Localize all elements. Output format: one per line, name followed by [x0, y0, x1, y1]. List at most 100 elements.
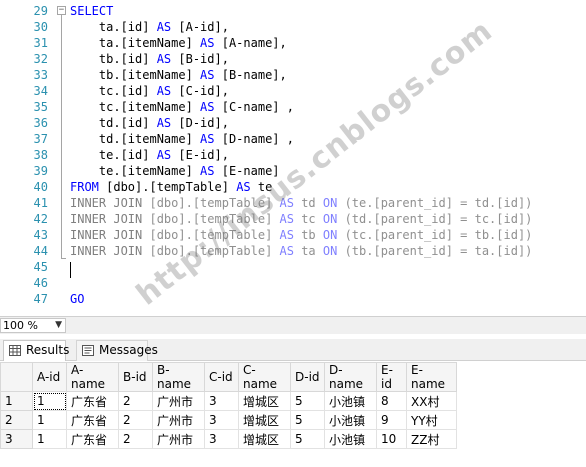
row-number[interactable]: 3 — [0, 429, 33, 449]
table-row[interactable]: 3 1 广东省 2 广州市 3 增城区 5 小池镇 10 ZZ村 — [0, 429, 457, 449]
zoom-value: 100 % — [3, 319, 38, 332]
grid-cell[interactable]: 1 — [32, 429, 67, 449]
sql-editor[interactable]: 29 30 31 32 33 34 35 36 37 38 39 40 41 42 43 44 45 46 47 −… — [0, 0, 586, 316]
code-text: td.[itemName] — [70, 132, 201, 146]
row-number[interactable]: 2 — [0, 410, 33, 430]
code-keyword: SELECT — [70, 4, 114, 18]
grid-cell[interactable]: 广东省 — [66, 391, 119, 411]
code-text: [dbo].[tempTable] — [142, 212, 280, 226]
code-keyword: AS — [156, 52, 172, 66]
code-text: [B-name], — [214, 68, 287, 82]
grid-cell[interactable]: 10 — [376, 429, 407, 449]
grid-cell[interactable]: 增城区 — [238, 410, 291, 430]
row-number[interactable]: 1 — [0, 391, 33, 411]
zoom-select[interactable]: 100 % ▼ — [0, 318, 66, 333]
grid-cell[interactable]: 广东省 — [66, 410, 119, 430]
grid-cell[interactable]: 5 — [290, 429, 325, 449]
grid-cell[interactable]: 5 — [290, 391, 325, 411]
table-row[interactable]: 2 1 广东省 2 广州市 3 增城区 5 小池镇 9 YY村 — [0, 410, 457, 430]
grid-cell[interactable]: 广东省 — [66, 429, 119, 449]
outline-end — [61, 258, 66, 259]
column-header[interactable]: A-name — [66, 362, 119, 392]
grid-cell[interactable]: ZZ村 — [406, 429, 457, 449]
column-header[interactable]: C-id — [204, 362, 239, 392]
code-keyword: AS — [279, 244, 294, 258]
grid-cell[interactable]: 1 — [32, 391, 67, 411]
code-line: INNER JOIN [dbo].[tempTable] AS ta ON (t… — [70, 243, 532, 259]
grid-cell[interactable]: 3 — [204, 429, 239, 449]
code-text: [D-id], — [171, 116, 229, 130]
code-text: [E-id], — [171, 148, 229, 162]
column-header[interactable]: B-name — [152, 362, 205, 392]
code-line: te.[itemName] AS [E-name] — [70, 163, 280, 179]
code-text: tc — [293, 212, 323, 226]
code-text: td.[id] — [70, 116, 157, 130]
code-line: tc.[itemName] AS [C-name] , — [70, 99, 294, 115]
text-cursor — [70, 262, 71, 278]
table-row[interactable]: 1 1 广东省 2 广州市 3 增城区 5 小池镇 8 XX村 — [0, 391, 457, 411]
code-text: te.[itemName] — [70, 164, 201, 178]
grid-cell[interactable]: 1 — [32, 410, 67, 430]
column-header[interactable]: C-name — [238, 362, 291, 392]
code-line: tb.[id] AS [B-id], — [70, 51, 229, 67]
code-text: (td.[parent_id] = tc.[id]) — [337, 212, 533, 226]
code-text: (tb.[parent_id] = ta.[id]) — [337, 244, 533, 258]
line-number: 33 — [33, 68, 48, 82]
code-text: [C-name] , — [214, 100, 294, 114]
code-text: [A-id], — [171, 20, 229, 34]
line-number: 36 — [33, 116, 48, 130]
grid-cell[interactable]: XX村 — [406, 391, 457, 411]
code-keyword: AS — [200, 36, 215, 50]
grid-cell[interactable]: 广州市 — [152, 391, 205, 411]
grid-cell[interactable]: 3 — [204, 410, 239, 430]
code-text: tc.[id] — [70, 84, 157, 98]
grid-cell[interactable]: 广州市 — [152, 429, 205, 449]
grid-cell[interactable]: 5 — [290, 410, 325, 430]
code-line: SELECT — [70, 3, 113, 19]
results-grid-area: A-id A-name B-id B-name C-id C-name D-id D-name… — [0, 362, 586, 467]
grid-cell[interactable]: 小池镇 — [324, 391, 377, 411]
grid-cell[interactable]: 小池镇 — [324, 429, 377, 449]
grid-cell[interactable]: 增城区 — [238, 429, 291, 449]
column-header[interactable]: E-id — [376, 362, 407, 392]
code-text: [B-id], — [171, 52, 229, 66]
code-text: td — [293, 196, 323, 210]
column-header[interactable]: D-name — [324, 362, 377, 392]
code-line: tb.[itemName] AS [B-name], — [70, 67, 287, 83]
code-text: [dbo].[tempTable] — [142, 196, 280, 210]
grid-cell[interactable]: 8 — [376, 391, 407, 411]
column-header[interactable]: A-id — [32, 362, 67, 392]
code-line: td.[itemName] AS [D-name] , — [70, 131, 294, 147]
grid-corner[interactable] — [0, 362, 33, 392]
line-number: 31 — [33, 36, 48, 50]
grid-cell[interactable]: YY村 — [406, 410, 457, 430]
line-number: 29 — [33, 4, 48, 18]
column-header[interactable]: B-id — [118, 362, 153, 392]
code-line: ta.[id] AS [A-id], — [70, 19, 229, 35]
code-keyword: AS — [236, 180, 251, 194]
grid-cell[interactable]: 9 — [376, 410, 407, 430]
line-number: 35 — [33, 100, 48, 114]
grid-cell[interactable]: 小池镇 — [324, 410, 377, 430]
code-text: [E-name] — [214, 164, 280, 178]
grid-cell[interactable]: 2 — [118, 429, 153, 449]
chevron-down-icon: ▼ — [55, 320, 62, 330]
grid-cell[interactable]: 2 — [118, 410, 153, 430]
code-text: tb — [293, 228, 323, 242]
column-header[interactable]: E-name — [406, 362, 457, 392]
grid-cell[interactable]: 3 — [204, 391, 239, 411]
tab-messages[interactable]: Messages — [76, 340, 158, 361]
line-number: 47 — [33, 292, 48, 306]
line-number: 45 — [33, 260, 48, 274]
grid-cell[interactable]: 广州市 — [152, 410, 205, 430]
column-header[interactable]: D-id — [290, 362, 325, 392]
grid-cell[interactable]: 增城区 — [238, 391, 291, 411]
code-keyword: INNER JOIN — [70, 244, 143, 258]
code-keyword: AS — [200, 100, 215, 114]
code-line: td.[id] AS [D-id], — [70, 115, 229, 131]
code-text: (tc.[parent_id] = tb.[id]) — [337, 228, 533, 242]
tab-results[interactable]: Results — [3, 340, 69, 361]
grid-cell[interactable]: 2 — [118, 391, 153, 411]
code-line: ta.[itemName] AS [A-name], — [70, 35, 287, 51]
collapse-toggle-icon[interactable]: − — [57, 6, 66, 15]
